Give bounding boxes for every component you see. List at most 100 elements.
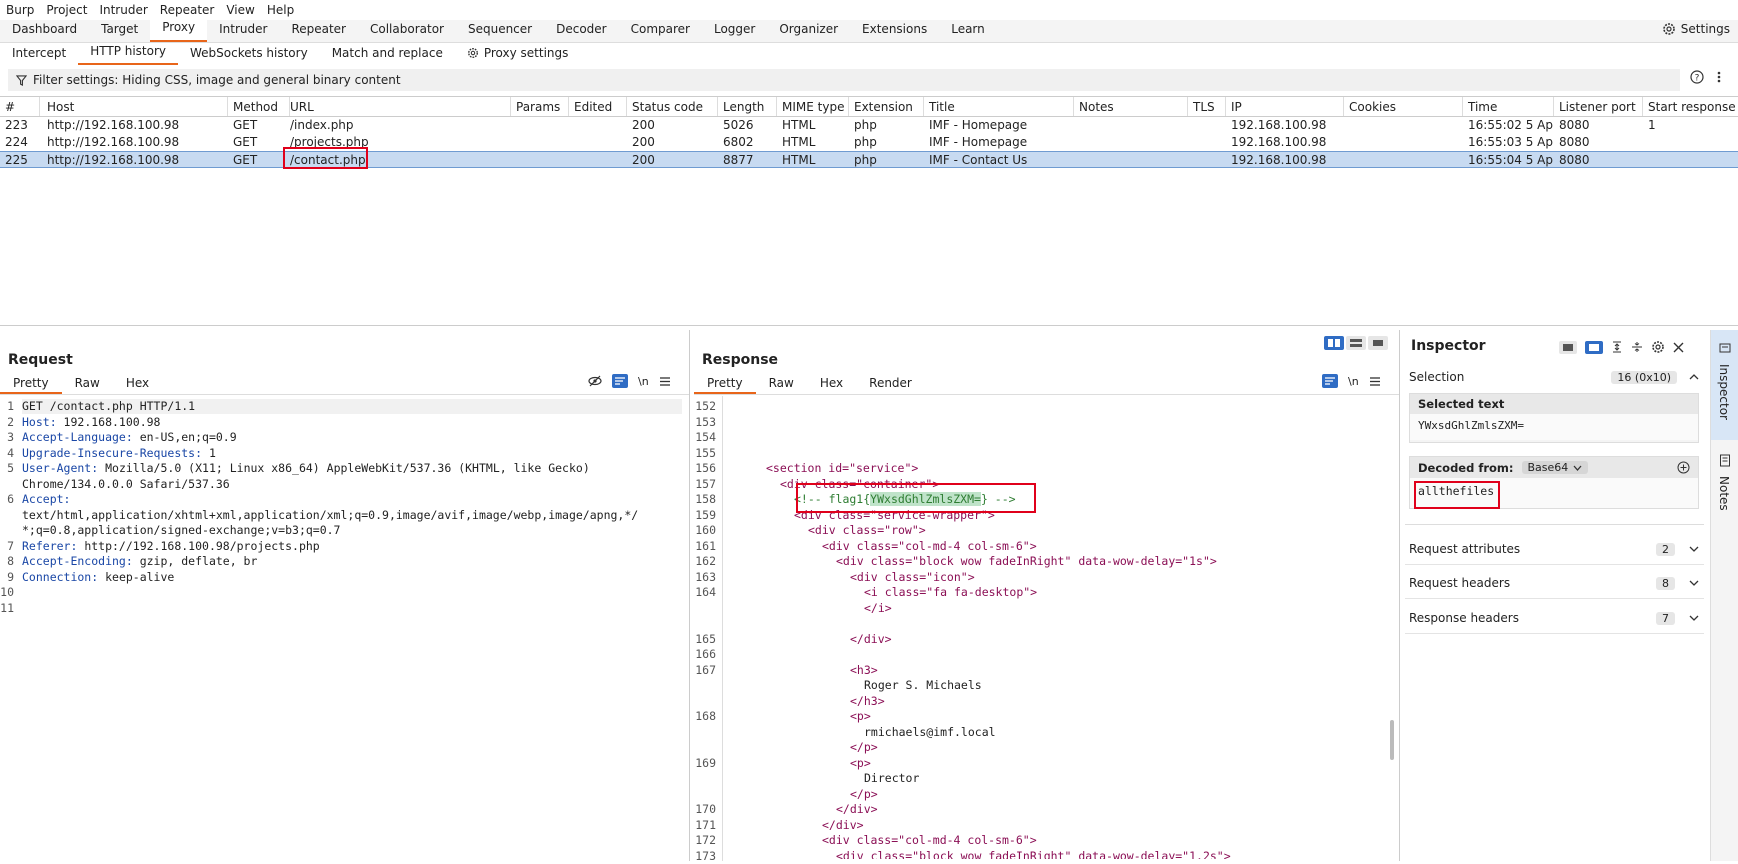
code-text: <p> <box>850 756 871 770</box>
tab-extensions[interactable]: Extensions <box>850 20 939 42</box>
help-icon[interactable]: ? <box>1690 70 1704 84</box>
col-edited[interactable]: Edited <box>569 97 627 116</box>
flag-selected-text[interactable]: YWxsdGhlZmlsZXM= <box>870 492 981 506</box>
collapse-all-icon[interactable] <box>1631 341 1643 353</box>
tab-response-pretty[interactable]: Pretty <box>694 374 756 394</box>
menu-icon[interactable] <box>659 376 671 387</box>
col-host[interactable]: Host <box>42 97 228 116</box>
col-length[interactable]: Length <box>718 97 777 116</box>
tab-proxy[interactable]: Proxy <box>150 18 207 42</box>
gear-icon[interactable] <box>1651 340 1665 354</box>
chevron-up-icon[interactable] <box>1689 374 1699 380</box>
col-notes[interactable]: Notes <box>1074 97 1188 116</box>
col-title[interactable]: Title <box>924 97 1074 116</box>
layout-list-icon[interactable] <box>1559 341 1577 354</box>
tab-organizer[interactable]: Organizer <box>767 20 850 42</box>
add-circle-icon[interactable] <box>1677 461 1690 474</box>
filter-bar[interactable]: Filter settings: Hiding CSS, image and g… <box>8 69 1680 91</box>
settings-button[interactable]: Settings <box>1662 22 1730 36</box>
menu-repeater[interactable]: Repeater <box>154 3 221 17</box>
col-mime[interactable]: MIME type <box>777 97 849 116</box>
col-time[interactable]: Time <box>1463 97 1554 116</box>
response-editor[interactable]: <section id="service"> <div class="conta… <box>730 399 1390 859</box>
svg-text:?: ? <box>1695 74 1700 84</box>
menu-help[interactable]: Help <box>261 3 300 17</box>
tab-match-replace[interactable]: Match and replace <box>320 45 455 65</box>
selected-text-value[interactable]: YWxsdGhlZmlsZXM= <box>1410 414 1698 440</box>
newline-icon[interactable]: \n <box>638 375 649 388</box>
row-url: /index.php <box>285 117 511 134</box>
decoded-value[interactable]: allthefiles <box>1410 478 1698 508</box>
col-start-response[interactable]: Start response t <box>1643 97 1738 116</box>
code-text: </div> <box>822 818 864 832</box>
col-listener-port[interactable]: Listener port <box>1554 97 1643 116</box>
col-ip[interactable]: IP <box>1226 97 1344 116</box>
close-icon[interactable] <box>1673 342 1684 353</box>
response-scrollbar[interactable] <box>1390 720 1394 760</box>
tab-websockets-history[interactable]: WebSockets history <box>178 45 320 65</box>
request-line: *;q=0.8,application/signed-exchange;v=b3… <box>22 523 712 539</box>
response-headers-section[interactable]: Response headers 7 <box>1409 611 1699 625</box>
row-method: GET <box>228 117 285 134</box>
tab-http-history[interactable]: HTTP history <box>78 43 178 65</box>
tab-proxy-settings[interactable]: Proxy settings <box>455 45 581 65</box>
col-cookies[interactable]: Cookies <box>1344 97 1463 116</box>
tab-response-raw[interactable]: Raw <box>756 374 807 394</box>
decoder-select[interactable]: Base64 <box>1522 461 1589 474</box>
side-tab-notes[interactable]: Notes <box>1711 446 1738 526</box>
tab-repeater[interactable]: Repeater <box>279 20 358 42</box>
selection-header[interactable]: Selection 16 (0x10) <box>1409 370 1699 384</box>
tab-response-hex[interactable]: Hex <box>807 374 856 394</box>
menu-icon[interactable] <box>1369 376 1381 387</box>
code-line-167: <h3> <box>850 663 1390 679</box>
expand-all-icon[interactable] <box>1611 341 1623 353</box>
tab-comparer[interactable]: Comparer <box>619 20 702 42</box>
tab-collaborator[interactable]: Collaborator <box>358 20 456 42</box>
tab-dashboard[interactable]: Dashboard <box>0 20 89 42</box>
table-row[interactable]: 224 http://192.168.100.98 GET /projects.… <box>0 134 1738 151</box>
inspector-pane: Inspector Selection 16 (0x10) Selected t… <box>1401 330 1708 861</box>
layout-single-icon[interactable] <box>1368 336 1388 350</box>
tab-decoder[interactable]: Decoder <box>544 20 619 42</box>
wrap-lines-icon[interactable] <box>612 374 628 388</box>
tab-logger[interactable]: Logger <box>702 20 767 42</box>
menu-intruder[interactable]: Intruder <box>93 3 153 17</box>
chevron-down-icon[interactable] <box>1689 580 1699 586</box>
request-headers-section[interactable]: Request headers 8 <box>1409 576 1699 590</box>
menu-burp[interactable]: Burp <box>0 3 40 17</box>
chevron-down-icon[interactable] <box>1689 546 1699 552</box>
side-tab-inspector[interactable]: Inspector <box>1711 330 1738 440</box>
layout-rows-icon[interactable] <box>1346 336 1366 350</box>
col-extension[interactable]: Extension <box>849 97 924 116</box>
table-row[interactable]: 223 http://192.168.100.98 GET /index.php… <box>0 117 1738 134</box>
menu-project[interactable]: Project <box>40 3 93 17</box>
tab-learn[interactable]: Learn <box>939 20 997 42</box>
wrap-lines-icon[interactable] <box>1322 374 1338 388</box>
tab-request-hex[interactable]: Hex <box>113 374 162 394</box>
tab-request-pretty[interactable]: Pretty <box>0 374 62 394</box>
table-row-selected[interactable]: 225 http://192.168.100.98 GET /contact.p… <box>0 151 1738 168</box>
tab-intruder[interactable]: Intruder <box>207 20 279 42</box>
col-method[interactable]: Method <box>228 97 290 116</box>
col-id[interactable]: # <box>0 97 40 116</box>
line-number: 170 <box>694 802 716 818</box>
tab-target[interactable]: Target <box>89 20 150 42</box>
col-status[interactable]: Status code <box>627 97 718 116</box>
tab-sequencer[interactable]: Sequencer <box>456 20 544 42</box>
request-attributes-section[interactable]: Request attributes 2 <box>1409 542 1699 556</box>
layout-panel-icon[interactable] <box>1585 341 1603 354</box>
tab-request-raw[interactable]: Raw <box>62 374 113 394</box>
menu-view[interactable]: View <box>220 3 260 17</box>
request-editor[interactable]: 1GET /contact.php HTTP/1.12Host: 192.168… <box>0 399 690 859</box>
newline-icon[interactable]: \n <box>1348 375 1359 388</box>
tab-intercept[interactable]: Intercept <box>0 45 78 65</box>
code-text: <div class="container"> <box>780 477 939 491</box>
col-tls[interactable]: TLS <box>1188 97 1226 116</box>
tab-response-render[interactable]: Render <box>856 374 925 394</box>
chevron-down-icon[interactable] <box>1689 615 1699 621</box>
col-params[interactable]: Params <box>511 97 569 116</box>
layout-split-icon[interactable] <box>1324 336 1344 350</box>
hide-eye-icon[interactable] <box>588 375 602 387</box>
col-url[interactable]: URL <box>285 97 511 116</box>
more-vertical-icon[interactable] <box>1716 70 1722 84</box>
